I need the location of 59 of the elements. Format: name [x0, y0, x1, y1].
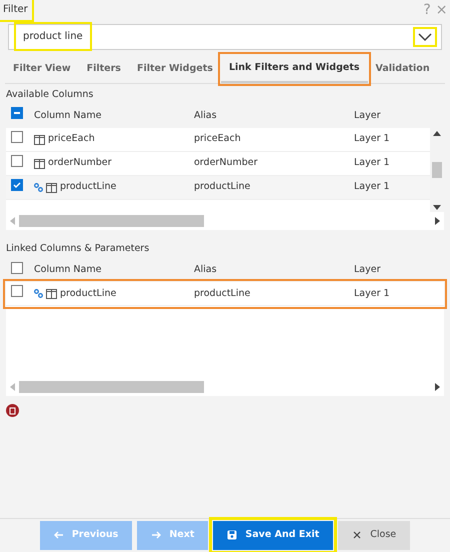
column-header: Alias	[194, 108, 218, 123]
column-icon	[46, 288, 57, 299]
table-row[interactable]: productLine productLine Layer 1	[6, 282, 444, 306]
scroll-right-icon	[435, 383, 440, 392]
checkbox[interactable]	[11, 130, 23, 143]
section-title: Available Columns	[5, 88, 94, 102]
table-cell-text: productLine	[194, 180, 252, 194]
checkbox[interactable]	[11, 285, 23, 298]
column-header: Column Name	[34, 108, 102, 123]
table-row[interactable]: priceEach priceEach Layer 1	[6, 128, 430, 152]
table-cell-text: orderNumber	[194, 156, 258, 170]
column-header: Alias	[194, 263, 218, 278]
chevron-icon	[418, 32, 432, 42]
scroll-left-icon	[10, 383, 15, 392]
table-cell: productLine	[60, 286, 116, 301]
scroll-left-icon	[10, 217, 15, 225]
table-cell-text: priceEach	[48, 132, 95, 146]
column-icon	[34, 158, 45, 168]
table-cell-text: orderNumber	[48, 156, 112, 170]
table-cell-text: productLine	[60, 180, 116, 194]
column-icon	[46, 182, 57, 192]
dialog-title: Filter	[0, 0, 31, 19]
arrow-right-icon	[151, 530, 162, 540]
filter-dropdown[interactable]: product line	[8, 24, 442, 50]
close-icon	[352, 530, 362, 540]
tab[interactable]: Filter View	[5, 54, 79, 83]
scroll-up-icon	[433, 130, 441, 136]
tab[interactable]: Validation	[368, 54, 438, 83]
column-header: Column Name	[34, 263, 102, 278]
scroll-right-icon	[435, 217, 440, 225]
column-header: Layer	[354, 263, 382, 278]
scrollbar-thumb[interactable]	[19, 215, 204, 227]
section-title: Linked Columns & Parameters	[5, 242, 150, 256]
table-cell-text: Layer 1	[354, 180, 391, 194]
dropdown-value: product line	[17, 25, 89, 48]
table-cell-text: productLine	[194, 286, 252, 301]
arrow-left-icon	[54, 530, 64, 540]
delete-icon[interactable]	[6, 404, 19, 418]
table-cell-text: Layer 1	[354, 156, 391, 170]
tab[interactable]: Link Filters and Widgets	[220, 54, 368, 83]
table-cell-text: priceEach	[194, 132, 242, 146]
checkbox[interactable]	[11, 262, 23, 274]
column-icon	[34, 134, 45, 144]
scroll-down-icon	[433, 204, 441, 210]
dropdown-toggle[interactable]	[413, 26, 437, 46]
table-cell-text: Layer 1	[354, 132, 391, 146]
checkbox[interactable]	[11, 107, 23, 120]
scrollbar-thumb[interactable]	[19, 381, 204, 394]
scrollbar-thumb[interactable]	[432, 162, 442, 178]
checkmark-icon	[12, 180, 22, 190]
checkbox[interactable]	[11, 154, 23, 167]
tab[interactable]: Filter Widgets	[128, 54, 221, 83]
close-button[interactable]: Close	[338, 521, 410, 550]
save-icon	[227, 530, 238, 540]
table-cell-text: Layer 1	[354, 286, 391, 301]
tab[interactable]: Filters	[78, 54, 129, 83]
column-header: Layer	[354, 108, 382, 123]
checkbox[interactable]	[11, 178, 23, 191]
save-button[interactable]: Save And Exit	[213, 521, 334, 550]
